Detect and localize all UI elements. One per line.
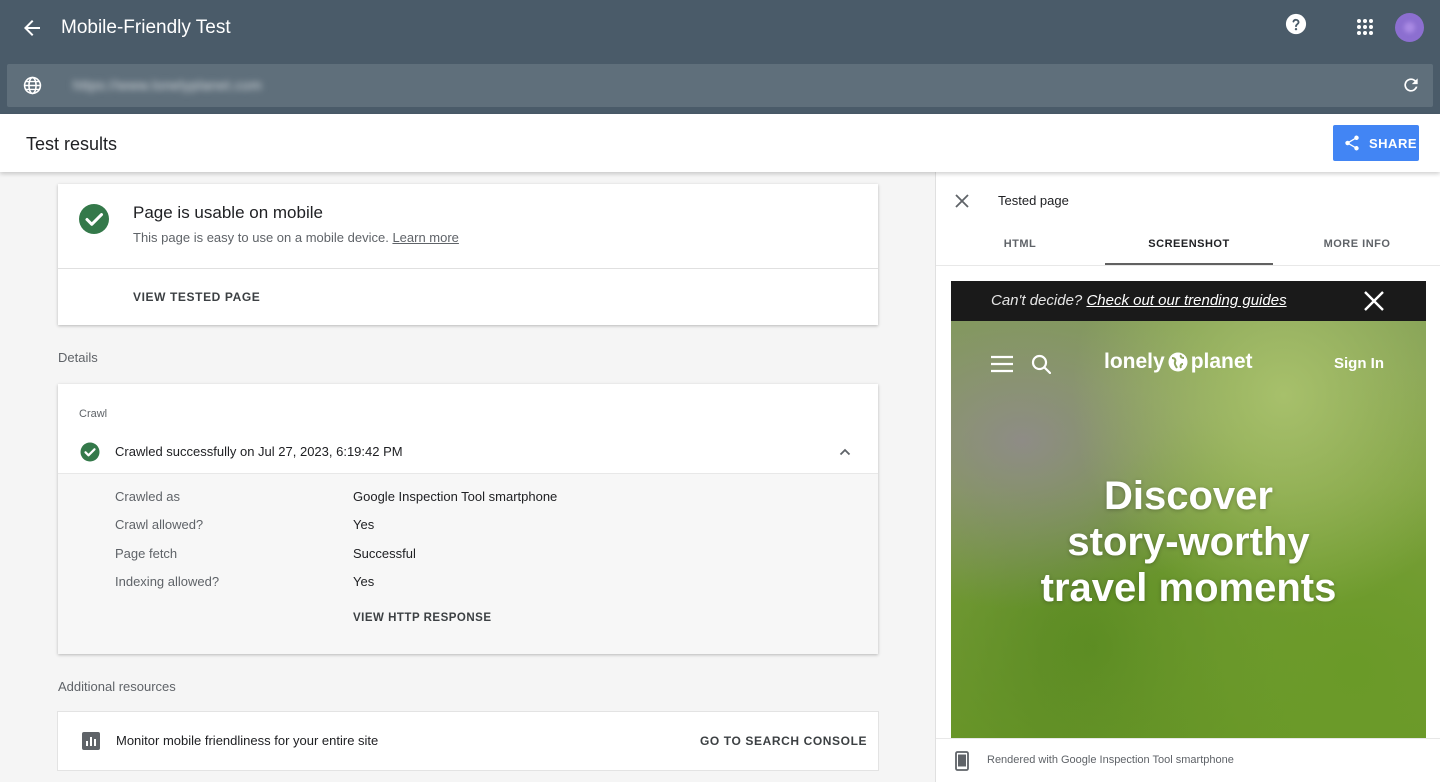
tab-screenshot[interactable]: SCREENSHOT	[1105, 238, 1273, 250]
chevron-up-icon[interactable]	[838, 445, 852, 459]
back-arrow-icon[interactable]	[20, 16, 44, 40]
tab-html[interactable]: HTML	[936, 238, 1104, 250]
crawl-allowed-label: Crawl allowed?	[115, 517, 204, 532]
share-icon	[1345, 135, 1359, 151]
indexing-allowed-label: Indexing allowed?	[115, 574, 220, 589]
crawled-as-value: Google Inspection Tool smartphone	[353, 489, 558, 504]
account-avatar[interactable]	[1395, 13, 1424, 42]
url-bar[interactable]: https://www.lonelyplanet.com	[7, 64, 1433, 107]
monitor-card: Monitor mobile friendliness for your ent…	[58, 712, 878, 770]
tested-page-panel: Tested page HTML SCREENSHOT MORE INFO Ca…	[935, 172, 1440, 782]
hero-line-1: Discover	[1104, 474, 1273, 518]
divider	[936, 265, 1440, 266]
hero-line-2: story-worthy	[1067, 520, 1310, 564]
logo-left: lonely	[1104, 350, 1165, 373]
banner-prefix: Can't decide?	[991, 292, 1083, 309]
help-icon[interactable]	[1285, 13, 1307, 35]
panel-title: Tested page	[998, 193, 1069, 208]
banner-text: Can't decide? Check out our trending gui…	[991, 292, 1287, 309]
close-icon[interactable]	[955, 194, 969, 208]
view-http-response-button[interactable]: VIEW HTTP RESPONSE	[353, 612, 492, 624]
go-to-search-console-button[interactable]: GO TO SEARCH CONSOLE	[700, 734, 867, 748]
check-circle-icon	[80, 442, 100, 462]
close-icon	[1364, 291, 1384, 311]
banner-link: Check out our trending guides	[1086, 292, 1287, 309]
app-header: Mobile-Friendly Test https://www.lonelyp…	[0, 0, 1440, 114]
results-header: Test results SHARE	[0, 114, 1440, 172]
share-label: SHARE	[1369, 135, 1418, 151]
crawl-card: Crawl Crawled successfully on Jul 27, 20…	[58, 384, 878, 654]
learn-more-link[interactable]: Learn more	[392, 230, 458, 245]
search-icon	[1031, 354, 1051, 374]
bar-chart-icon	[82, 732, 100, 750]
crawl-title: Crawl	[79, 408, 108, 420]
app-title: Mobile-Friendly Test	[61, 17, 231, 38]
crawl-status: Crawled successfully on Jul 27, 2023, 6:…	[115, 444, 403, 459]
url-input[interactable]: https://www.lonelyplanet.com	[73, 77, 262, 93]
hamburger-menu-icon	[991, 355, 1013, 373]
page-fetch-value: Successful	[353, 546, 416, 561]
lonely-planet-logo: lonely planet	[1104, 350, 1253, 374]
logo-right: planet	[1190, 350, 1253, 373]
sign-in-link: Sign In	[1334, 355, 1384, 372]
view-tested-page-button[interactable]: VIEW TESTED PAGE	[133, 290, 260, 304]
screenshot-banner: Can't decide? Check out our trending gui…	[951, 281, 1426, 321]
hero-headline: Discover story-worthy travel moments	[951, 473, 1426, 611]
page-title: Test results	[26, 134, 118, 154]
usable-description: This page is easy to use on a mobile dev…	[133, 230, 459, 245]
globe-icon	[23, 76, 42, 95]
apps-grid-icon[interactable]	[1356, 18, 1374, 36]
page-fetch-label: Page fetch	[115, 546, 178, 561]
smartphone-icon	[955, 751, 969, 771]
page-screenshot: Can't decide? Check out our trending gui…	[951, 281, 1426, 738]
crawled-as-label: Crawled as	[115, 489, 181, 504]
additional-resources-label: Additional resources	[58, 679, 176, 694]
crawl-details-panel: Crawled as Google Inspection Tool smartp…	[58, 473, 878, 654]
monitor-text: Monitor mobile friendliness for your ent…	[116, 733, 379, 748]
globe-icon	[1168, 352, 1188, 372]
render-footer-text: Rendered with Google Inspection Tool sma…	[987, 754, 1234, 766]
mobile-usable-card: Page is usable on mobile This page is ea…	[58, 184, 878, 325]
render-footer: Rendered with Google Inspection Tool sma…	[936, 738, 1440, 782]
usable-description-text: This page is easy to use on a mobile dev…	[133, 230, 389, 245]
usable-heading: Page is usable on mobile	[133, 203, 323, 222]
share-button[interactable]: SHARE	[1333, 125, 1419, 161]
indexing-allowed-value: Yes	[353, 574, 375, 589]
refresh-icon[interactable]	[1401, 75, 1421, 95]
details-label: Details	[58, 350, 98, 365]
tab-more-info[interactable]: MORE INFO	[1273, 238, 1440, 250]
check-circle-icon	[79, 204, 109, 234]
hero-line-3: travel moments	[1040, 566, 1337, 610]
divider	[58, 268, 878, 269]
crawl-allowed-value: Yes	[353, 517, 375, 532]
